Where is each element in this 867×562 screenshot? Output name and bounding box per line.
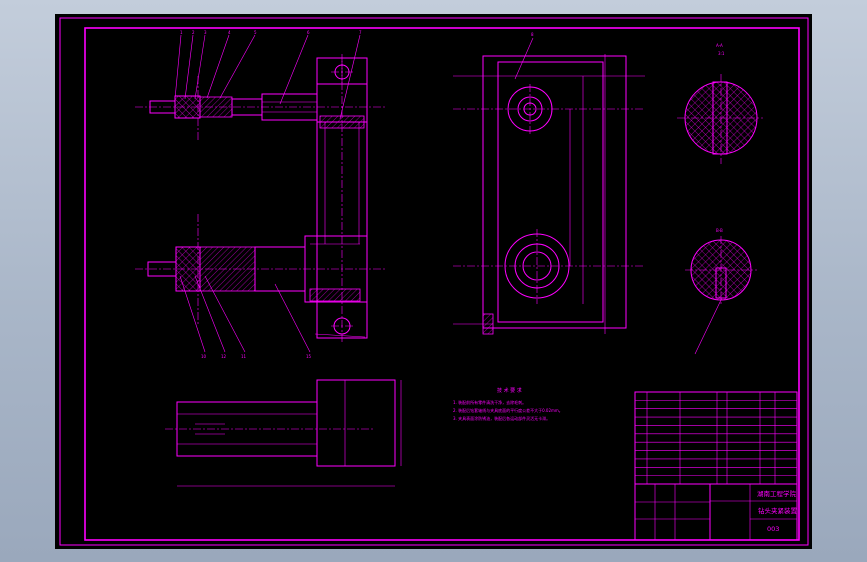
leader-label-1: 1 bbox=[180, 30, 183, 35]
title-block: 湖南工程学院 钻头夹紧装置 003 bbox=[634, 483, 798, 541]
section-aa-subtitle: 3:1 bbox=[718, 51, 725, 56]
note-3: 3. 夹具表面涂防锈油，装配后各运动部件灵活无卡滞。 bbox=[453, 415, 550, 421]
technical-notes: 技 术 要 求 1. 装配前所有零件清洗干净，去除毛刺。 2. 装配后钻套轴线与… bbox=[453, 387, 563, 421]
note-2: 2. 装配后钻套轴线与夹具底面的平行度公差不大于0.02mm。 bbox=[453, 407, 563, 413]
cad-drawing: 1 2 3 4 5 6 7 10 12 11 15 8 A-A 3:1 B-B … bbox=[59, 17, 809, 546]
leader-label-7: 7 bbox=[359, 30, 362, 35]
notes-heading: 技 术 要 求 bbox=[497, 387, 522, 394]
view-bottom-plan bbox=[165, 379, 402, 487]
leader-label-11: 11 bbox=[241, 354, 247, 359]
leader-label-2: 2 bbox=[192, 30, 195, 35]
leader-label-15: 15 bbox=[306, 354, 312, 359]
section-aa-title: A-A bbox=[716, 43, 723, 48]
view-body bbox=[453, 54, 645, 335]
parts-list bbox=[634, 391, 798, 485]
leader-label-4: 4 bbox=[228, 30, 231, 35]
leader-label-3: 3 bbox=[204, 30, 207, 35]
note-1: 1. 装配前所有零件清洗干净，去除毛刺。 bbox=[453, 399, 526, 405]
drawing-number: 003 bbox=[767, 525, 779, 533]
leader-label-8: 8 bbox=[531, 32, 534, 37]
drawing-title: 钻头夹紧装置 bbox=[758, 506, 798, 515]
section-bb-title: B-B bbox=[716, 228, 723, 233]
leader-label-12: 12 bbox=[221, 354, 227, 359]
leader-label-5: 5 bbox=[254, 30, 257, 35]
view-lower-assembly bbox=[135, 214, 385, 338]
section-aa: A-A 3:1 bbox=[677, 43, 763, 164]
section-bb: B-B bbox=[685, 228, 757, 355]
leader-label-10: 10 bbox=[201, 354, 207, 359]
leader-label-6: 6 bbox=[307, 30, 310, 35]
school-name: 湖南工程学院 bbox=[757, 489, 797, 498]
drawing-viewport[interactable]: 1 2 3 4 5 6 7 10 12 11 15 8 A-A 3:1 B-B … bbox=[55, 14, 812, 549]
